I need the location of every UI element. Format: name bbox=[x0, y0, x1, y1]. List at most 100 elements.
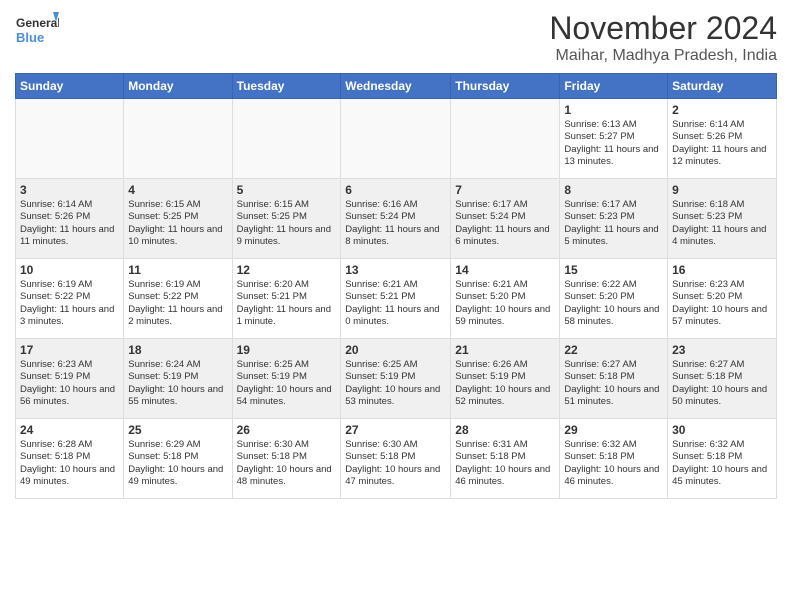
table-row: 3 Sunrise: 6:14 AM Sunset: 5:26 PM Daylig… bbox=[16, 179, 777, 259]
day-number: 6 bbox=[345, 183, 446, 197]
day-number: 27 bbox=[345, 423, 446, 437]
col-tuesday: Tuesday bbox=[232, 74, 341, 99]
day-info: Sunrise: 6:24 AM Sunset: 5:19 PM Dayligh… bbox=[128, 359, 227, 408]
day-info: Sunrise: 6:21 AM Sunset: 5:20 PM Dayligh… bbox=[455, 279, 555, 328]
calendar-cell: 8 Sunrise: 6:17 AM Sunset: 5:23 PM Daylig… bbox=[560, 179, 668, 259]
calendar-cell: 12Sunrise: 6:20 AM Sunset: 5:21 PM Dayli… bbox=[232, 259, 341, 339]
day-number: 20 bbox=[345, 343, 446, 357]
day-info: Sunrise: 6:14 AM Sunset: 5:26 PM Dayligh… bbox=[672, 119, 772, 168]
calendar-cell: 15 Sunrise: 6:22 AM Sunset: 5:20 PM Dayli… bbox=[560, 259, 668, 339]
day-number: 28 bbox=[455, 423, 555, 437]
day-number: 23 bbox=[672, 343, 772, 357]
calendar-cell: 19 Sunrise: 6:25 AM Sunset: 5:19 PM Dayli… bbox=[232, 339, 341, 419]
calendar-cell: 10Sunrise: 6:19 AM Sunset: 5:22 PM Dayli… bbox=[16, 259, 124, 339]
day-number: 21 bbox=[455, 343, 555, 357]
day-info: Sunrise: 6:21 AM Sunset: 5:21 PM Dayligh… bbox=[345, 279, 446, 328]
day-info: Sunrise: 6:29 AM Sunset: 5:18 PM Dayligh… bbox=[128, 439, 227, 488]
col-saturday: Saturday bbox=[668, 74, 777, 99]
header: General Blue November 2024 Maihar, Madhy… bbox=[15, 10, 777, 65]
day-number: 24 bbox=[20, 423, 119, 437]
day-info: Sunrise: 6:17 AM Sunset: 5:23 PM Dayligh… bbox=[564, 199, 663, 248]
day-number: 1 bbox=[564, 103, 663, 117]
calendar-cell: 2 Sunrise: 6:14 AM Sunset: 5:26 PM Daylig… bbox=[668, 99, 777, 179]
day-info: Sunrise: 6:30 AM Sunset: 5:18 PM Dayligh… bbox=[345, 439, 446, 488]
day-number: 5 bbox=[237, 183, 337, 197]
day-number: 7 bbox=[455, 183, 555, 197]
day-info: Sunrise: 6:13 AM Sunset: 5:27 PM Dayligh… bbox=[564, 119, 663, 168]
calendar-cell: 13 Sunrise: 6:21 AM Sunset: 5:21 PM Dayli… bbox=[341, 259, 451, 339]
day-number: 14 bbox=[455, 263, 555, 277]
day-info: Sunrise: 6:27 AM Sunset: 5:18 PM Dayligh… bbox=[564, 359, 663, 408]
day-info: Sunrise: 6:26 AM Sunset: 5:19 PM Dayligh… bbox=[455, 359, 555, 408]
day-number: 8 bbox=[564, 183, 663, 197]
day-info: Sunrise: 6:25 AM Sunset: 5:19 PM Dayligh… bbox=[345, 359, 446, 408]
page-container: General Blue November 2024 Maihar, Madhy… bbox=[0, 0, 792, 509]
day-info: Sunrise: 6:23 AM Sunset: 5:19 PM Dayligh… bbox=[20, 359, 119, 408]
day-info: Sunrise: 6:19 AM Sunset: 5:22 PM Dayligh… bbox=[128, 279, 227, 328]
logo-svg: General Blue bbox=[15, 10, 59, 50]
calendar-header: Sunday Monday Tuesday Wednesday Thursday… bbox=[16, 74, 777, 99]
day-number: 3 bbox=[20, 183, 119, 197]
header-row: Sunday Monday Tuesday Wednesday Thursday… bbox=[16, 74, 777, 99]
day-info: Sunrise: 6:28 AM Sunset: 5:18 PM Dayligh… bbox=[20, 439, 119, 488]
day-number: 15 bbox=[564, 263, 663, 277]
day-number: 29 bbox=[564, 423, 663, 437]
calendar-cell: 14 Sunrise: 6:21 AM Sunset: 5:20 PM Dayli… bbox=[451, 259, 560, 339]
day-number: 11 bbox=[128, 263, 227, 277]
day-info: Sunrise: 6:15 AM Sunset: 5:25 PM Dayligh… bbox=[128, 199, 227, 248]
day-number: 22 bbox=[564, 343, 663, 357]
day-number: 26 bbox=[237, 423, 337, 437]
calendar-table: Sunday Monday Tuesday Wednesday Thursday… bbox=[15, 73, 777, 499]
day-info: Sunrise: 6:30 AM Sunset: 5:18 PM Dayligh… bbox=[237, 439, 337, 488]
day-info: Sunrise: 6:22 AM Sunset: 5:20 PM Dayligh… bbox=[564, 279, 663, 328]
calendar-cell: 11 Sunrise: 6:19 AM Sunset: 5:22 PM Dayli… bbox=[124, 259, 232, 339]
calendar-cell bbox=[451, 99, 560, 179]
calendar-cell: 5 Sunrise: 6:15 AM Sunset: 5:25 PM Daylig… bbox=[232, 179, 341, 259]
col-sunday: Sunday bbox=[16, 74, 124, 99]
col-friday: Friday bbox=[560, 74, 668, 99]
day-number: 13 bbox=[345, 263, 446, 277]
logo: General Blue bbox=[15, 10, 63, 50]
calendar-cell: 7 Sunrise: 6:17 AM Sunset: 5:24 PM Daylig… bbox=[451, 179, 560, 259]
calendar-cell: 23Sunrise: 6:27 AM Sunset: 5:18 PM Dayli… bbox=[668, 339, 777, 419]
svg-text:General: General bbox=[16, 16, 59, 30]
col-wednesday: Wednesday bbox=[341, 74, 451, 99]
col-monday: Monday bbox=[124, 74, 232, 99]
calendar-cell: 20 Sunrise: 6:25 AM Sunset: 5:19 PM Dayli… bbox=[341, 339, 451, 419]
calendar-cell: 27 Sunrise: 6:30 AM Sunset: 5:18 PM Dayli… bbox=[341, 419, 451, 499]
calendar-cell: 1 Sunrise: 6:13 AM Sunset: 5:27 PM Daylig… bbox=[560, 99, 668, 179]
calendar-cell: 25Sunrise: 6:29 AM Sunset: 5:18 PM Dayli… bbox=[124, 419, 232, 499]
calendar-cell bbox=[232, 99, 341, 179]
day-info: Sunrise: 6:32 AM Sunset: 5:18 PM Dayligh… bbox=[672, 439, 772, 488]
day-info: Sunrise: 6:19 AM Sunset: 5:22 PM Dayligh… bbox=[20, 279, 119, 328]
calendar-cell: 6Sunrise: 6:16 AM Sunset: 5:24 PM Daylig… bbox=[341, 179, 451, 259]
table-row: 24 Sunrise: 6:28 AM Sunset: 5:18 PM Dayli… bbox=[16, 419, 777, 499]
svg-text:Blue: Blue bbox=[16, 30, 44, 45]
title-section: November 2024 Maihar, Madhya Pradesh, In… bbox=[549, 10, 777, 65]
day-number: 19 bbox=[237, 343, 337, 357]
day-info: Sunrise: 6:23 AM Sunset: 5:20 PM Dayligh… bbox=[672, 279, 772, 328]
day-number: 18 bbox=[128, 343, 227, 357]
calendar-cell: 17 Sunrise: 6:23 AM Sunset: 5:19 PM Dayli… bbox=[16, 339, 124, 419]
calendar-cell: 21 Sunrise: 6:26 AM Sunset: 5:19 PM Dayli… bbox=[451, 339, 560, 419]
calendar-cell bbox=[124, 99, 232, 179]
day-info: Sunrise: 6:17 AM Sunset: 5:24 PM Dayligh… bbox=[455, 199, 555, 248]
calendar-body: 1 Sunrise: 6:13 AM Sunset: 5:27 PM Daylig… bbox=[16, 99, 777, 499]
calendar-cell: 4 Sunrise: 6:15 AM Sunset: 5:25 PM Daylig… bbox=[124, 179, 232, 259]
day-info: Sunrise: 6:15 AM Sunset: 5:25 PM Dayligh… bbox=[237, 199, 337, 248]
day-number: 4 bbox=[128, 183, 227, 197]
day-number: 2 bbox=[672, 103, 772, 117]
day-info: Sunrise: 6:14 AM Sunset: 5:26 PM Dayligh… bbox=[20, 199, 119, 248]
day-info: Sunrise: 6:18 AM Sunset: 5:23 PM Dayligh… bbox=[672, 199, 772, 248]
calendar-cell: 18 Sunrise: 6:24 AM Sunset: 5:19 PM Dayli… bbox=[124, 339, 232, 419]
calendar-cell bbox=[16, 99, 124, 179]
table-row: 17 Sunrise: 6:23 AM Sunset: 5:19 PM Dayli… bbox=[16, 339, 777, 419]
location: Maihar, Madhya Pradesh, India bbox=[549, 47, 777, 65]
calendar-cell: 29Sunrise: 6:32 AM Sunset: 5:18 PM Dayli… bbox=[560, 419, 668, 499]
day-number: 12 bbox=[237, 263, 337, 277]
calendar-cell: 9Sunrise: 6:18 AM Sunset: 5:23 PM Daylig… bbox=[668, 179, 777, 259]
day-number: 17 bbox=[20, 343, 119, 357]
calendar-cell: 28Sunrise: 6:31 AM Sunset: 5:18 PM Dayli… bbox=[451, 419, 560, 499]
calendar-cell: 30Sunrise: 6:32 AM Sunset: 5:18 PM Dayli… bbox=[668, 419, 777, 499]
day-info: Sunrise: 6:25 AM Sunset: 5:19 PM Dayligh… bbox=[237, 359, 337, 408]
